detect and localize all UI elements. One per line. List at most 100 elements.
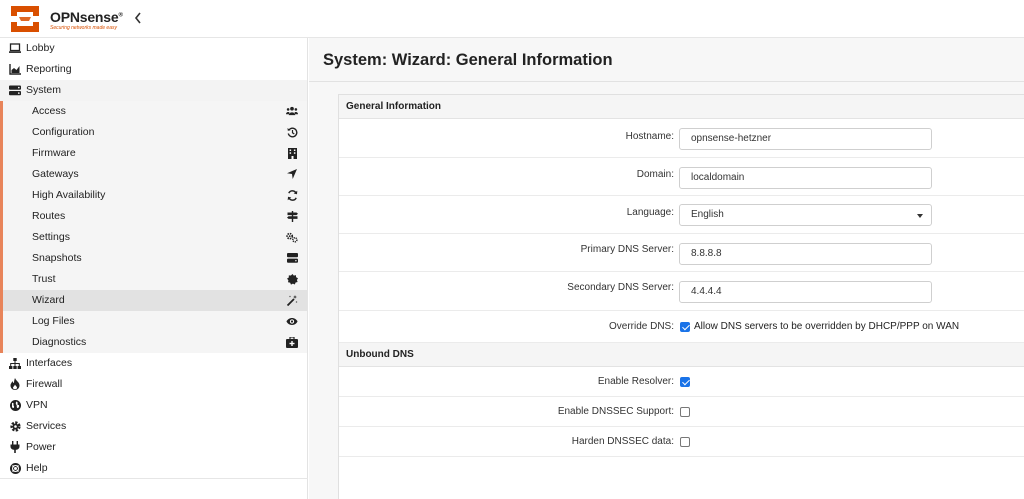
sidebar-subitem-settings[interactable]: Settings	[3, 227, 307, 248]
sidebar-item-vpn[interactable]: VPN	[0, 395, 307, 416]
language-selected-value: English	[691, 209, 724, 220]
secondary-dns-row: Secondary DNS Server: 4.4.4.4	[339, 272, 1024, 311]
sidebar-subitem-high-availability[interactable]: High Availability	[3, 185, 307, 206]
sidebar-item-label: Firewall	[26, 378, 63, 390]
sidebar-subitem-label: High Availability	[32, 189, 106, 201]
fire-icon	[9, 378, 21, 390]
sidebar-subitem-label: Diagnostics	[32, 336, 87, 348]
enable-resolver-row: Enable Resolver:	[339, 367, 1024, 397]
sidebar-subitem-label: Settings	[32, 231, 70, 243]
globe-icon	[9, 399, 21, 411]
sidebar-subitem-label: Configuration	[32, 126, 95, 138]
harden-dnssec-checkbox[interactable]	[680, 437, 690, 447]
sidebar-subitem-diagnostics[interactable]: Diagnostics	[3, 332, 307, 353]
sidebar-subitem-access[interactable]: Access	[3, 101, 307, 122]
enable-resolver-checkbox[interactable]	[680, 377, 690, 387]
hdd-icon	[286, 252, 298, 264]
brand-tagline: Securing networks made easy	[50, 25, 117, 31]
wizard-panel: General Information Hostname: opnsense-h…	[338, 94, 1024, 499]
title-divider	[309, 81, 1024, 82]
sidebar-item-system[interactable]: System	[0, 80, 307, 101]
cogs-icon	[286, 231, 298, 243]
language-select[interactable]: English	[679, 204, 932, 226]
language-label: Language:	[626, 207, 674, 218]
sidebar-item-label: System	[26, 84, 62, 96]
override-dns-checkbox[interactable]	[680, 322, 690, 332]
sidebar-item-lobby[interactable]: Lobby	[0, 38, 307, 59]
sidebar-item-help[interactable]: Help	[0, 458, 307, 479]
harden-dnssec-row: Harden DNSSEC data:	[339, 427, 1024, 457]
enable-dnssec-label: Enable DNSSEC Support:	[557, 406, 674, 417]
enable-dnssec-row: Enable DNSSEC Support:	[339, 397, 1024, 427]
sidebar-subitem-routes[interactable]: Routes	[3, 206, 307, 227]
sidebar-item-reporting[interactable]: Reporting	[0, 59, 307, 80]
magic-icon	[286, 294, 298, 306]
sidebar-subitem-log-files[interactable]: Log Files	[3, 311, 307, 332]
sidebar-item-label: Interfaces	[26, 357, 73, 369]
sidebar-subitem-label: Gateways	[32, 168, 79, 180]
sidebar-subitem-label: Trust	[32, 273, 56, 285]
caret-down-icon	[917, 214, 923, 218]
enable-dnssec-checkbox[interactable]	[680, 407, 690, 417]
override-dns-description: Allow DNS servers to be overridden by DH…	[694, 321, 960, 332]
location-arrow-icon	[286, 168, 298, 180]
sidebar-subitem-label: Routes	[32, 210, 66, 222]
sidebar-subitem-label: Snapshots	[32, 252, 82, 264]
sidebar-item-label: VPN	[26, 399, 48, 411]
medkit-icon	[286, 336, 298, 348]
section-unbound-dns: Unbound DNS	[339, 343, 1024, 367]
eye-icon	[286, 315, 298, 327]
top-bar: OPNsense® Securing networks made easy	[0, 0, 1024, 38]
sidebar-subitem-firmware[interactable]: Firmware	[3, 143, 307, 164]
plug-icon	[9, 441, 21, 453]
primary-dns-label: Primary DNS Server:	[580, 244, 674, 255]
domain-input[interactable]: localdomain	[679, 167, 932, 189]
primary-dns-input[interactable]: 8.8.8.8	[679, 243, 932, 265]
language-row: Language: English	[339, 196, 1024, 234]
override-dns-label: Override DNS:	[608, 321, 674, 332]
section-heading: General Information	[346, 101, 442, 112]
hostname-input[interactable]: opnsense-hetzner	[679, 128, 932, 150]
domain-row: Domain: localdomain	[339, 158, 1024, 196]
sitemap-icon	[9, 357, 21, 369]
sidebar-item-label: Reporting	[26, 63, 72, 75]
sidebar-item-label: Services	[26, 420, 67, 432]
sidebar-subitem-trust[interactable]: Trust	[3, 269, 307, 290]
primary-dns-row: Primary DNS Server: 8.8.8.8	[339, 234, 1024, 272]
enable-resolver-label: Enable Resolver:	[597, 376, 674, 387]
override-dns-row: Override DNS: Allow DNS servers to be ov…	[339, 311, 1024, 343]
sidebar: Lobby Reporting System Access Configurat…	[0, 38, 308, 499]
area-chart-icon	[9, 63, 21, 75]
secondary-dns-input[interactable]: 4.4.4.4	[679, 281, 932, 303]
life-ring-icon	[9, 462, 21, 474]
sidebar-subitem-snapshots[interactable]: Snapshots	[3, 248, 307, 269]
harden-dnssec-label: Harden DNSSEC data:	[571, 436, 674, 447]
secondary-dns-label: Secondary DNS Server:	[567, 282, 674, 293]
sidebar-subitem-wizard[interactable]: Wizard	[3, 290, 307, 311]
cog-icon	[9, 420, 21, 432]
hostname-label: Hostname:	[625, 131, 674, 142]
sidebar-item-interfaces[interactable]: Interfaces	[0, 353, 307, 374]
sidebar-subitem-label: Wizard	[32, 294, 65, 306]
sidebar-subitem-gateways[interactable]: Gateways	[3, 164, 307, 185]
hostname-row: Hostname: opnsense-hetzner	[339, 119, 1024, 158]
page-title: System: Wizard: General Information	[323, 51, 613, 69]
users-icon	[286, 105, 298, 117]
brand-name: OPNsense®	[50, 9, 123, 25]
server-icon	[9, 84, 21, 96]
sidebar-subitem-label: Access	[32, 105, 66, 117]
map-signs-icon	[286, 210, 298, 222]
domain-label: Domain:	[636, 169, 674, 180]
collapse-sidebar-chevron-icon[interactable]	[133, 11, 147, 27]
sidebar-subitem-label: Log Files	[32, 315, 75, 327]
sidebar-item-firewall[interactable]: Firewall	[0, 374, 307, 395]
system-submenu: Access Configuration Firmware Gateways H…	[0, 101, 307, 353]
section-general-information: General Information	[339, 95, 1024, 119]
opnsense-logo-icon[interactable]	[8, 3, 42, 35]
sidebar-item-services[interactable]: Services	[0, 416, 307, 437]
sidebar-item-power[interactable]: Power	[0, 437, 307, 458]
sidebar-subitem-configuration[interactable]: Configuration	[3, 122, 307, 143]
section-heading: Unbound DNS	[346, 349, 414, 360]
history-icon	[286, 126, 298, 138]
sidebar-item-label: Lobby	[26, 42, 55, 54]
